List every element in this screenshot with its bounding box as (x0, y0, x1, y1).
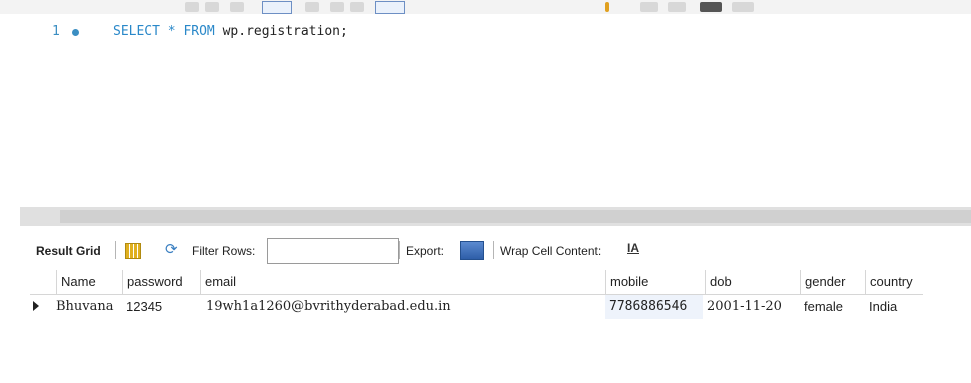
toolbar-separator (493, 241, 494, 259)
toolbar-button[interactable] (668, 2, 686, 12)
toolbar-button[interactable] (230, 2, 244, 12)
column-header-country[interactable]: country (865, 270, 923, 294)
result-grid-tab[interactable]: Result Grid (36, 244, 101, 258)
refresh-icon[interactable]: ⟳ (165, 240, 178, 258)
toolbar-button[interactable] (305, 2, 319, 12)
cell-gender[interactable]: female (800, 295, 865, 319)
cell-country[interactable]: India (865, 295, 923, 319)
sql-star: * (159, 24, 184, 39)
line-number: 1 (52, 24, 60, 39)
filter-rows-label: Filter Rows: (192, 244, 256, 258)
main-toolbar (0, 0, 971, 14)
column-header-gender[interactable]: gender (800, 270, 865, 294)
result-toolbar: Result Grid ⟳ Filter Rows: Export: Wrap … (30, 238, 971, 264)
sql-table-ref: wp.registration; (214, 24, 348, 39)
column-header-password[interactable]: password (122, 270, 200, 294)
cell-mobile[interactable]: 7786886546 (605, 295, 703, 319)
cell-dob[interactable]: 2001-11-20 (703, 295, 800, 319)
horizontal-scrollbar[interactable] (20, 207, 971, 226)
toolbar-button[interactable] (205, 2, 219, 12)
table-row[interactable]: Bhuvana 12345 19wh1a1260@bvrithyderabad.… (30, 295, 923, 319)
wrap-cell-content-label: Wrap Cell Content: (500, 244, 602, 258)
export-label: Export: (406, 244, 445, 258)
filter-rows-input[interactable] (267, 238, 399, 264)
cell-email[interactable]: 19wh1a1260@bvrithyderabad.edu.in (202, 295, 605, 319)
toolbar-button[interactable] (732, 2, 754, 12)
sql-keyword-from: FROM (183, 24, 215, 39)
export-icon[interactable] (460, 241, 484, 260)
toolbar-button[interactable] (640, 2, 658, 12)
toolbar-button[interactable] (350, 2, 364, 12)
toolbar-button[interactable] (375, 1, 405, 14)
scrollbar-thumb[interactable] (60, 210, 971, 223)
toolbar-button[interactable] (185, 2, 199, 12)
statement-marker-icon (72, 29, 79, 36)
cell-password[interactable]: 12345 (122, 295, 200, 319)
grid-header: Name password email mobile dob gender co… (30, 270, 923, 295)
column-header-dob[interactable]: dob (705, 270, 800, 294)
toolbar-button[interactable] (605, 2, 609, 12)
sql-statement[interactable]: SELECT * FROM wp.registration; (113, 24, 348, 39)
sql-editor[interactable]: 1 SELECT * FROM wp.registration; (0, 14, 971, 206)
column-header-mobile[interactable]: mobile (605, 270, 705, 294)
grid-icon[interactable] (125, 243, 141, 259)
column-header-email[interactable]: email (200, 270, 605, 294)
toolbar-button[interactable] (262, 1, 292, 14)
wrap-text-icon[interactable]: IA (627, 241, 639, 255)
toolbar-button[interactable] (330, 2, 344, 12)
toolbar-button[interactable] (700, 2, 722, 12)
toolbar-separator (115, 241, 116, 259)
cell-name[interactable]: Bhuvana (52, 295, 122, 319)
sql-keyword-select: SELECT (113, 24, 160, 39)
toolbar-separator (399, 241, 400, 259)
column-header-name[interactable]: Name (56, 270, 122, 294)
